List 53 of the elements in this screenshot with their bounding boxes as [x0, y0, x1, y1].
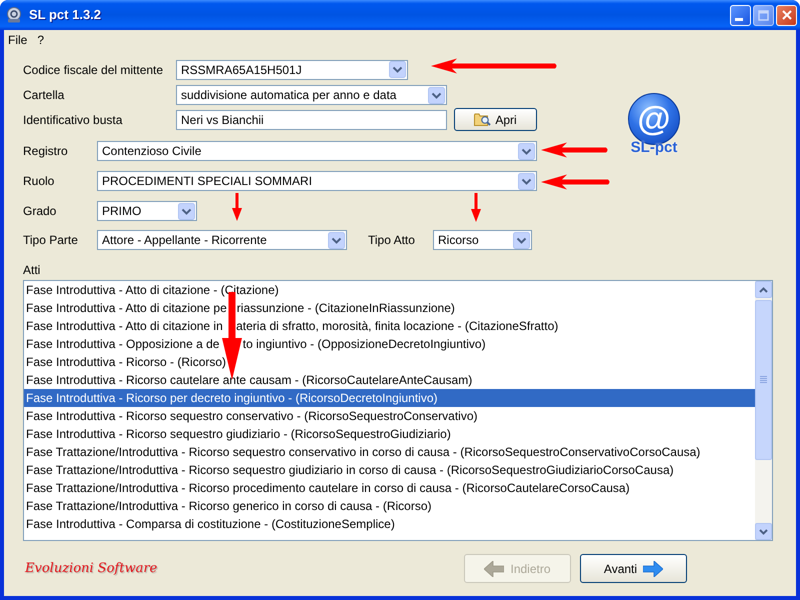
dropdown[interactable]: Ricorso [433, 230, 532, 250]
chevron-down-icon [428, 86, 445, 104]
chevron-down-icon [513, 232, 530, 248]
maximize-button[interactable] [753, 4, 774, 26]
field-label: Ruolo [23, 173, 56, 190]
list-item[interactable]: Fase Introduttiva - Ricorso per decreto ingiuntivo - (RicorsoDecretoIngiuntivo) [24, 389, 755, 407]
arrow-left-icon [484, 560, 504, 576]
close-icon [782, 10, 792, 20]
dropdown[interactable]: Attore - Appellante - Ricorrente [97, 230, 347, 250]
folder-search-icon [474, 112, 492, 127]
list-label: Atti [23, 262, 40, 278]
chevron-down-icon [759, 528, 768, 534]
field-label: Grado [23, 203, 58, 220]
chevron-down-icon [389, 61, 406, 78]
annotation-arrow [232, 193, 242, 221]
annotation-arrow [471, 193, 481, 222]
field-label: Tipo Atto [368, 232, 416, 249]
open-button[interactable]: Apri [454, 108, 537, 131]
next-button[interactable]: Avanti [580, 554, 687, 583]
field-label: Tipo Parte [23, 232, 79, 249]
app-icon [6, 7, 22, 23]
maximize-icon [758, 10, 769, 20]
field-label: Cartella [23, 87, 66, 104]
dropdown[interactable]: suddivisione automatica per anno e data [176, 85, 447, 105]
scroll-up-button[interactable] [755, 281, 772, 298]
close-button[interactable] [776, 4, 797, 26]
brand-name: Evoluzioni Software [25, 560, 158, 578]
field-label: Identificativo busta [23, 112, 124, 128]
window-title: SL pct 1.3.2 [29, 6, 102, 24]
scrollbar-thumb[interactable] [755, 300, 772, 460]
field-label: Codice fiscale del mittente [23, 62, 164, 78]
logo-symbol: @ [637, 101, 671, 137]
chevron-down-icon [518, 172, 535, 190]
menu-item[interactable]: File [6, 30, 30, 48]
chevron-down-icon [178, 202, 195, 220]
chevron-down-icon [328, 232, 345, 248]
dropdown[interactable]: Contenzioso Civile [97, 141, 537, 161]
dropdown[interactable]: PRIMO [97, 201, 197, 221]
arrow-right-icon [643, 560, 664, 576]
scroll-down-button[interactable] [755, 523, 772, 540]
text-field[interactable]: Neri vs Bianchii [176, 110, 447, 130]
menu-item[interactable]: ? [35, 30, 46, 48]
logo-caption: SL-pct [630, 139, 678, 156]
dropdown[interactable]: RSSMRA65A15H501J [176, 60, 408, 80]
annotation-arrow [541, 174, 611, 190]
annotation-arrow [541, 142, 609, 158]
chevron-down-icon [518, 142, 535, 160]
chevron-up-icon [759, 286, 768, 292]
field-label: Registro [23, 143, 69, 160]
minimize-icon [734, 18, 742, 20]
dropdown[interactable]: PROCEDIMENTI SPECIALI SOMMARI [97, 171, 537, 191]
minimize-button[interactable] [730, 4, 751, 26]
grip-icon [760, 376, 767, 384]
